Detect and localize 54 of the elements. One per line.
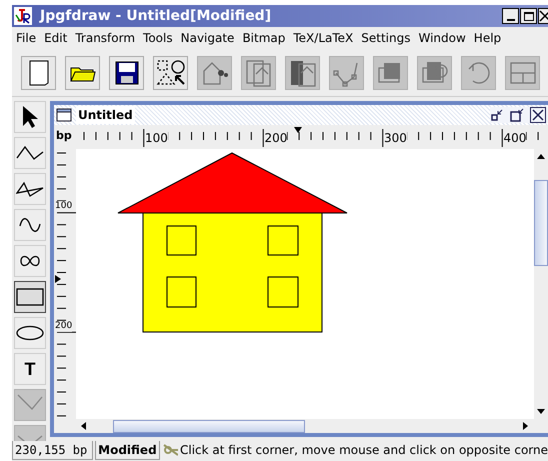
toolbar-button[interactable] [65,56,100,90]
position-marker-icon [55,275,61,283]
menu-item[interactable]: Window [418,29,466,47]
restore-button[interactable] [510,108,524,122]
ruler-label: 300 [384,131,407,145]
menu-item[interactable]: Bitmap [242,29,286,47]
blank-page-icon [28,60,48,86]
scroll-down-icon[interactable] [537,409,545,414]
scroll-up-icon[interactable] [537,154,545,159]
maximize-button[interactable] [520,8,537,24]
toolbar-button[interactable] [21,56,56,90]
menu-item[interactable]: Transform [75,29,136,47]
selection-shapes-icon [156,58,186,86]
menu-item[interactable]: Help [474,29,502,47]
menu-item[interactable]: File [16,29,36,47]
document-title: Untitled [76,106,135,124]
pin-icon [162,443,178,457]
iconify-button[interactable] [490,108,504,122]
ruler-label: 400 [504,131,526,145]
app-logo-icon [14,7,32,25]
window-title: Jpgfdraw - Untitled[Modified] [40,6,272,26]
minimize-button[interactable] [502,8,519,24]
close-button[interactable] [538,8,548,24]
scroll-left-icon[interactable] [81,422,86,430]
tool-button[interactable] [14,281,46,313]
tool-button[interactable]: T [14,353,46,385]
menu-item[interactable]: TeX/LaTeX [293,29,354,47]
modified-status: Modified [95,441,160,460]
clipboard-house-icon [288,58,316,86]
scroll-right-icon[interactable] [523,422,528,430]
arrow-pointer-icon [21,105,39,129]
position-marker-icon [294,127,302,133]
close-button[interactable] [530,107,546,123]
zigzag-line-icon [16,144,44,162]
unit-label: bp [55,129,73,144]
toolbar-button[interactable] [109,56,144,90]
closed-polyline-icon [16,180,44,198]
ellipse-icon [16,325,44,341]
menu-item[interactable]: Tools [143,29,173,47]
toolbar-button[interactable] [153,56,188,90]
coordinates-field: 230,155 bp [12,441,94,460]
window-icon [56,108,72,122]
menu-item[interactable]: Navigate [180,29,234,47]
menu-item[interactable]: Edit [44,29,68,47]
ruler-label: 200 [264,131,288,145]
ruler-label: 100 [145,131,168,145]
infinity-curve-icon [19,254,41,268]
menu-item[interactable]: Settings [361,29,410,47]
copy-pages-icon [244,58,272,86]
wave-curve-icon [18,216,42,234]
rectangle-icon [16,288,44,306]
ruler-label: 200 [55,320,72,332]
status-hint: Click at first corner, move mouse and click on opposite corne [180,442,548,459]
window-frame-icon [508,60,536,84]
